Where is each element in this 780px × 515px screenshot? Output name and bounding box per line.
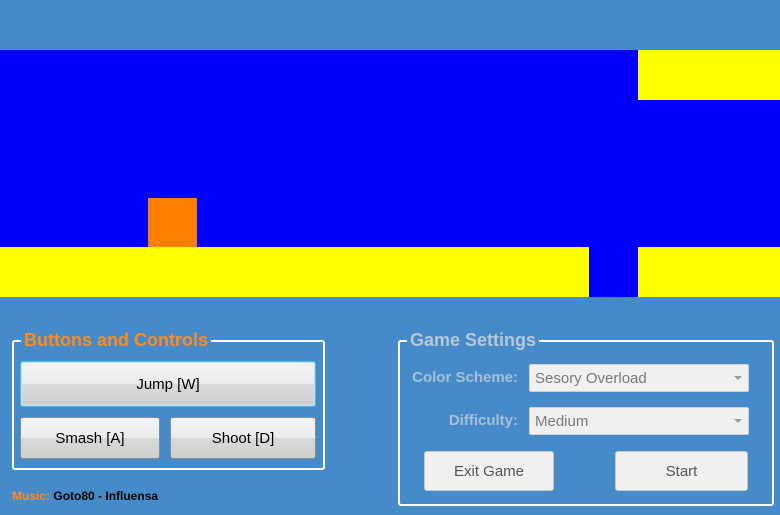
jump-button[interactable]: Jump [W]	[20, 361, 316, 407]
exit-game-button[interactable]: Exit Game	[424, 451, 554, 491]
color-scheme-select[interactable]: Sesory Overload	[529, 364, 749, 392]
start-button[interactable]: Start	[615, 451, 748, 491]
difficulty-select[interactable]: Medium	[529, 407, 749, 435]
music-label: Music:	[12, 489, 51, 503]
ground-platform-left	[0, 247, 589, 297]
chevron-down-icon	[734, 376, 742, 380]
ground-platform-right	[638, 247, 780, 297]
chevron-down-icon	[734, 419, 742, 423]
difficulty-value: Medium	[535, 412, 589, 430]
controls-title: Buttons and Controls	[24, 330, 208, 350]
settings-title: Game Settings	[410, 330, 537, 350]
smash-button[interactable]: Smash [A]	[20, 417, 160, 459]
difficulty-label: Difficulty:	[448, 412, 518, 429]
player-block	[148, 198, 197, 247]
shoot-button[interactable]: Shoot [D]	[170, 417, 316, 459]
music-track: Goto80 - Influensa	[53, 489, 159, 503]
music-credit: Music: Goto80 - Influensa	[12, 489, 158, 503]
upper-right-platform	[638, 50, 780, 100]
color-scheme-value: Sesory Overload	[535, 369, 647, 387]
color-scheme-label: Color Scheme:	[412, 369, 518, 386]
game-canvas	[0, 50, 780, 297]
top-bar	[0, 0, 780, 50]
